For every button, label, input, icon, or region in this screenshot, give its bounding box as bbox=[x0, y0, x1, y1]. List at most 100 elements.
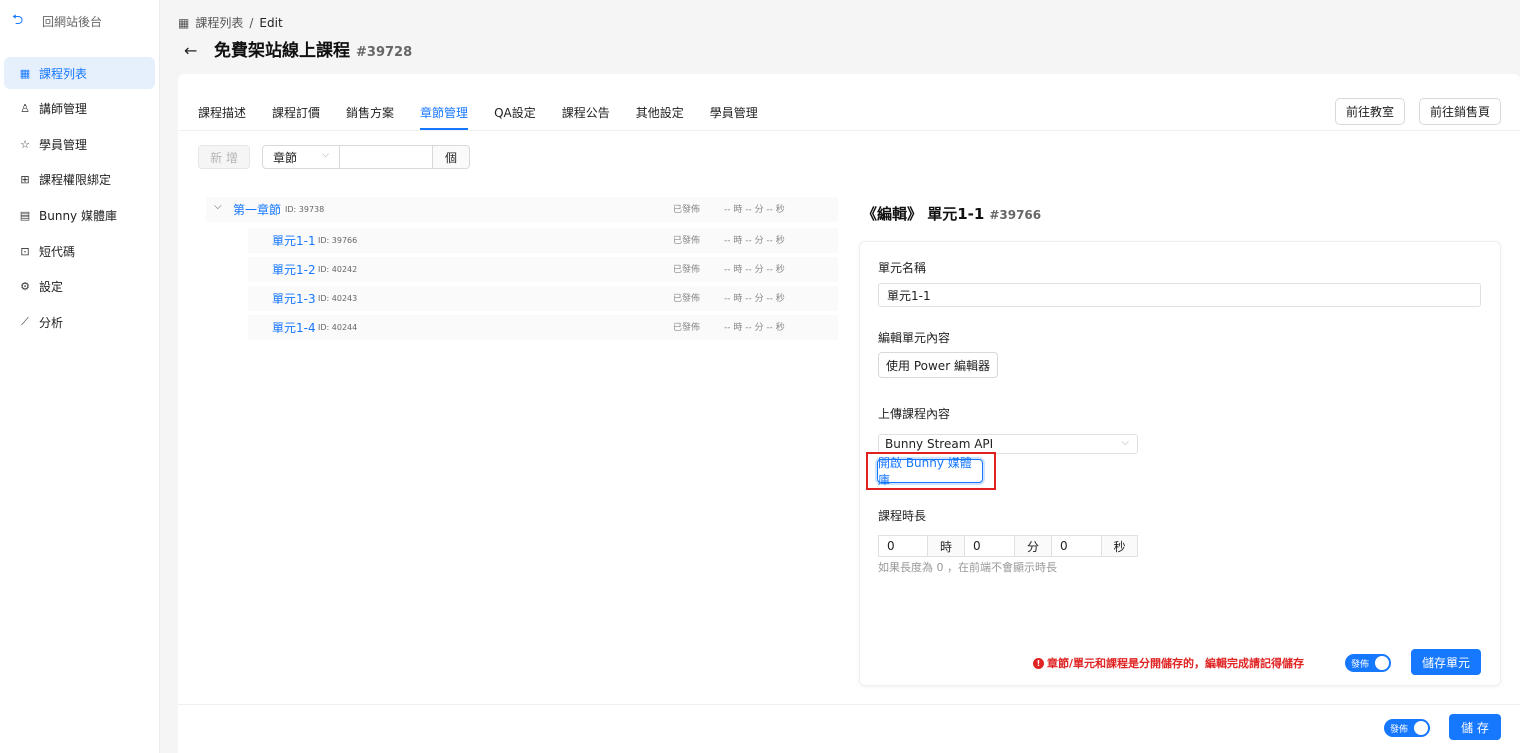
unit-status: 已發佈 bbox=[673, 323, 701, 333]
go-to-classroom-button[interactable]: 前往教室 bbox=[1335, 98, 1405, 125]
chapter-name[interactable]: 第一章節 bbox=[233, 201, 281, 218]
tab[interactable]: 課程描述 bbox=[198, 104, 246, 130]
unit-duration: -- 時 -- 分 -- 秒 bbox=[724, 323, 785, 333]
sidebar-item-label: 學員管理 bbox=[39, 137, 88, 152]
unit-row[interactable]: 單元1-4 ID: 40244 已發佈 -- 時 -- 分 -- 秒 bbox=[248, 315, 838, 340]
edit-title-text: 《編輯》 單元1-1 bbox=[862, 205, 985, 223]
sidebar-item[interactable]: ▦ 課程列表 bbox=[4, 57, 155, 89]
chapter-id: ID: 39738 bbox=[285, 205, 325, 214]
course-publish-label: 發佈 bbox=[1390, 724, 1409, 735]
table-icon: ▦ bbox=[178, 15, 190, 30]
breadcrumb-separator: / bbox=[249, 15, 254, 30]
toggle-knob bbox=[1414, 721, 1428, 735]
unit-row[interactable]: 單元1-2 ID: 40242 已發佈 -- 時 -- 分 -- 秒 bbox=[248, 257, 838, 282]
save-unit-button[interactable]: 儲存單元 bbox=[1411, 649, 1481, 675]
tab[interactable]: 銷售方案 bbox=[346, 104, 394, 130]
back-to-site-label: 回網站後台 bbox=[42, 14, 103, 29]
sidebar-item-label: Bunny 媒體庫 bbox=[39, 208, 117, 223]
tab[interactable]: 其他設定 bbox=[636, 104, 684, 130]
add-button[interactable]: 新 增 bbox=[198, 145, 250, 169]
save-course-button[interactable]: 儲 存 bbox=[1449, 714, 1501, 740]
save-warning: ! 章節/單元和課程是分開儲存的，編輯完成請記得儲存 bbox=[1033, 655, 1304, 671]
open-bunny-library-button[interactable]: 開啟 Bunny 媒體庫 bbox=[877, 456, 983, 487]
sidebar-item[interactable]: ⊡ 短代碼 bbox=[4, 235, 155, 267]
power-editor-button[interactable]: 使用 Power 編輯器 bbox=[878, 352, 998, 378]
course-publish-toggle[interactable]: 發佈 bbox=[1384, 719, 1430, 737]
chevron-down-icon: ⌵ bbox=[322, 150, 329, 160]
count-suffix: 個 bbox=[433, 145, 470, 169]
tab-divider bbox=[178, 130, 1520, 131]
seconds-input[interactable]: 0 bbox=[1052, 535, 1102, 557]
media-library-icon: ▤ bbox=[19, 208, 31, 222]
return-icon: ⮌ bbox=[12, 12, 24, 28]
count-input[interactable] bbox=[340, 145, 433, 169]
chevron-down-icon: ⌵ bbox=[1121, 437, 1129, 448]
chart-icon: ⟋ bbox=[21, 315, 29, 328]
unit-name[interactable]: 單元1-3 bbox=[272, 290, 316, 307]
minutes-input[interactable]: 0 bbox=[965, 535, 1015, 557]
tab[interactable]: 課程訂價 bbox=[272, 104, 320, 130]
tab[interactable]: 課程公告 bbox=[562, 104, 610, 130]
chapter-toolbar: 新 增 章節 ⌵ 個 bbox=[198, 145, 470, 169]
apps-icon: ⊞ bbox=[20, 172, 30, 186]
go-to-sales-page-button[interactable]: 前往銷售頁 bbox=[1419, 98, 1501, 125]
tab[interactable]: QA設定 bbox=[494, 104, 536, 130]
unit-name-input[interactable]: 單元1-1 bbox=[878, 283, 1481, 307]
type-select-value: 章節 bbox=[273, 150, 298, 165]
unit-name[interactable]: 單元1-1 bbox=[272, 232, 316, 249]
sidebar-item-label: 課程列表 bbox=[39, 66, 88, 81]
unit-duration: -- 時 -- 分 -- 秒 bbox=[724, 236, 785, 246]
sidebar-item-label: 設定 bbox=[39, 279, 64, 294]
breadcrumb: ▦ 課程列表 / Edit bbox=[178, 14, 283, 31]
footer-bar bbox=[178, 704, 1520, 753]
tab[interactable]: 章節管理 bbox=[420, 104, 469, 130]
duration-label: 課程時長 bbox=[878, 509, 927, 523]
title-row: ← 免費架站線上課程 #39728 bbox=[184, 36, 412, 61]
minutes-unit: 分 bbox=[1015, 535, 1052, 557]
unit-id: ID: 40243 bbox=[318, 294, 358, 303]
tab[interactable]: 學員管理 bbox=[710, 104, 758, 130]
page-id: #39728 bbox=[356, 45, 413, 60]
unit-row[interactable]: 單元1-3 ID: 40243 已發佈 -- 時 -- 分 -- 秒 bbox=[248, 286, 838, 311]
code-icon: ⊡ bbox=[20, 244, 30, 258]
chapter-duration: -- 時 -- 分 -- 秒 bbox=[724, 205, 785, 215]
unit-name[interactable]: 單元1-4 bbox=[272, 319, 316, 336]
hours-input[interactable]: 0 bbox=[878, 535, 928, 557]
unit-id: ID: 40242 bbox=[318, 265, 358, 274]
sidebar-item[interactable]: ⟋ 分析 bbox=[4, 306, 155, 338]
chevron-down-icon[interactable]: ⌵ bbox=[214, 201, 222, 212]
chapter-status: 已發佈 bbox=[673, 205, 701, 215]
sidebar-item[interactable]: ▤ Bunny 媒體庫 bbox=[4, 199, 155, 231]
back-arrow-icon[interactable]: ← bbox=[184, 41, 214, 60]
unit-status: 已發佈 bbox=[673, 265, 701, 275]
sidebar-item-label: 講師管理 bbox=[39, 101, 88, 116]
breadcrumb-root[interactable]: 課程列表 bbox=[195, 14, 243, 31]
save-warning-text: 章節/單元和課程是分開儲存的，編輯完成請記得儲存 bbox=[1047, 657, 1305, 670]
duration-inputs: 0 時 0 分 0 秒 bbox=[878, 535, 1138, 557]
alert-icon: ! bbox=[1033, 657, 1044, 669]
edit-unit-id: #39766 bbox=[989, 208, 1042, 222]
page-title: 免費架站線上課程 bbox=[214, 41, 350, 61]
unit-name-label: 單元名稱 bbox=[878, 261, 927, 275]
student-icon: ☆ bbox=[20, 137, 30, 151]
back-to-site-link[interactable]: ⮌ 回網站後台 bbox=[12, 10, 102, 32]
unit-duration: -- 時 -- 分 -- 秒 bbox=[724, 265, 785, 275]
sidebar: ⮌ 回網站後台 ▦ 課程列表 ♙ 講師管理 ☆ 學員管理 ⊞ 課程權限綁定 ▤ Bunny 媒體庫… bbox=[0, 0, 160, 753]
chapter-row[interactable]: ⌵ 第一章節 ID: 39738 已發佈 -- 時 -- 分 -- 秒 bbox=[206, 197, 838, 222]
unit-status: 已發佈 bbox=[673, 236, 701, 246]
unit-publish-label: 發佈 bbox=[1351, 659, 1370, 670]
sidebar-item[interactable]: ☆ 學員管理 bbox=[4, 128, 155, 160]
unit-publish-toggle[interactable]: 發佈 bbox=[1345, 654, 1391, 672]
sidebar-item[interactable]: ⚙ 設定 bbox=[4, 270, 155, 302]
sidebar-item[interactable]: ♙ 講師管理 bbox=[4, 92, 155, 124]
unit-id: ID: 40244 bbox=[318, 323, 358, 332]
unit-row[interactable]: 單元1-1 ID: 39766 已發佈 -- 時 -- 分 -- 秒 bbox=[248, 228, 838, 253]
sidebar-item[interactable]: ⊞ 課程權限綁定 bbox=[4, 163, 155, 195]
type-select[interactable]: 章節 ⌵ bbox=[262, 145, 340, 169]
seconds-unit: 秒 bbox=[1102, 535, 1138, 557]
upload-source-select[interactable]: Bunny Stream API ⌵ bbox=[878, 434, 1138, 454]
sidebar-item-label: 分析 bbox=[39, 315, 64, 330]
gear-icon: ⚙ bbox=[20, 279, 30, 293]
unit-id: ID: 39766 bbox=[318, 236, 358, 245]
unit-name[interactable]: 單元1-2 bbox=[272, 261, 316, 278]
